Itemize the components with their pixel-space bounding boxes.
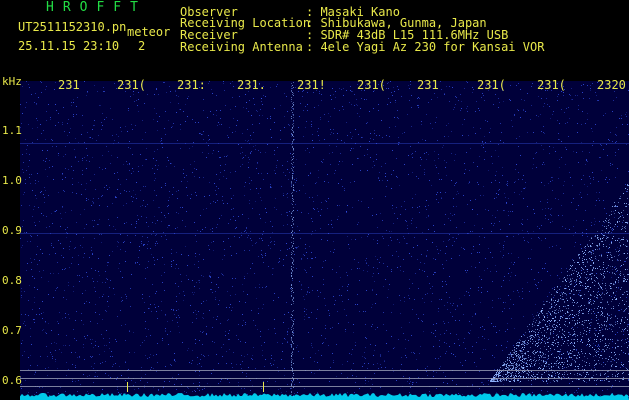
x-tick: 231( xyxy=(477,78,506,92)
spectrogram xyxy=(20,81,629,400)
hrofft-logo: HROFFT xyxy=(46,0,147,15)
x-tick: 231( xyxy=(357,78,386,92)
x-tick: 231! xyxy=(297,78,326,92)
y-tick: 0.8 xyxy=(2,274,22,287)
y-tick: 0.6 xyxy=(2,374,22,387)
antenna-label: Receiving Antenna xyxy=(180,40,303,54)
y-axis-unit: kHz xyxy=(2,75,22,88)
x-tick: 231: xyxy=(177,78,206,92)
timestamp: 25.11.15 23:10 xyxy=(18,39,120,53)
meteor-count: 2 xyxy=(138,39,146,53)
meteor-label: meteor xyxy=(127,25,171,39)
y-tick: 1.0 xyxy=(2,174,22,187)
x-tick: 2320 xyxy=(597,78,626,92)
x-tick: 231 xyxy=(58,78,80,92)
x-tick: 231. xyxy=(237,78,266,92)
y-tick: 0.7 xyxy=(2,324,22,337)
x-tick: 231 xyxy=(417,78,439,92)
antenna-value: : 4ele Yagi Az 230 for Kansai VOR xyxy=(306,40,545,54)
file-id: UT2511152310.pn xyxy=(18,20,127,34)
y-tick: 0.9 xyxy=(2,224,22,237)
y-tick: 1.1 xyxy=(2,124,22,137)
x-tick: 231( xyxy=(117,78,146,92)
spectrogram-canvas xyxy=(20,81,629,400)
x-tick: 231( xyxy=(537,78,566,92)
